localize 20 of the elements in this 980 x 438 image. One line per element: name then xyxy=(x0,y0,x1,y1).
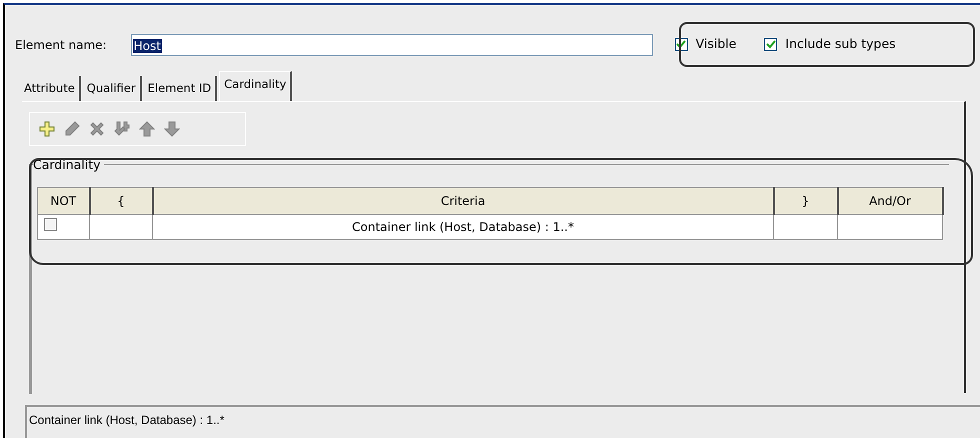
checkbox[interactable] xyxy=(764,38,778,51)
field-label: Element name: xyxy=(15,36,107,54)
checkbox-label: Include sub types xyxy=(785,35,896,54)
element-name-field[interactable]: Host xyxy=(130,34,653,56)
column-header[interactable]: } xyxy=(774,188,838,214)
tab[interactable]: Element ID xyxy=(144,76,218,101)
column-header[interactable]: And/Or xyxy=(838,188,942,214)
column-header[interactable]: { xyxy=(90,188,152,214)
checkbox[interactable] xyxy=(44,218,57,231)
plus-icon[interactable] xyxy=(39,121,55,137)
column-header[interactable]: NOT xyxy=(38,188,90,214)
table-cell: Container link (Host, Database) : 1..* xyxy=(352,220,574,234)
description-text: Container link (Host, Database) : 1..* xyxy=(29,413,224,427)
checkmark-icon xyxy=(676,40,686,49)
tab[interactable]: Qualifier xyxy=(82,76,142,101)
tab[interactable]: Attribute xyxy=(20,76,81,101)
column-header[interactable]: Criteria xyxy=(152,188,774,214)
checkbox-label: Visible xyxy=(696,35,736,54)
tab[interactable]: Cardinality xyxy=(219,71,292,101)
checkmark-icon xyxy=(766,40,776,49)
